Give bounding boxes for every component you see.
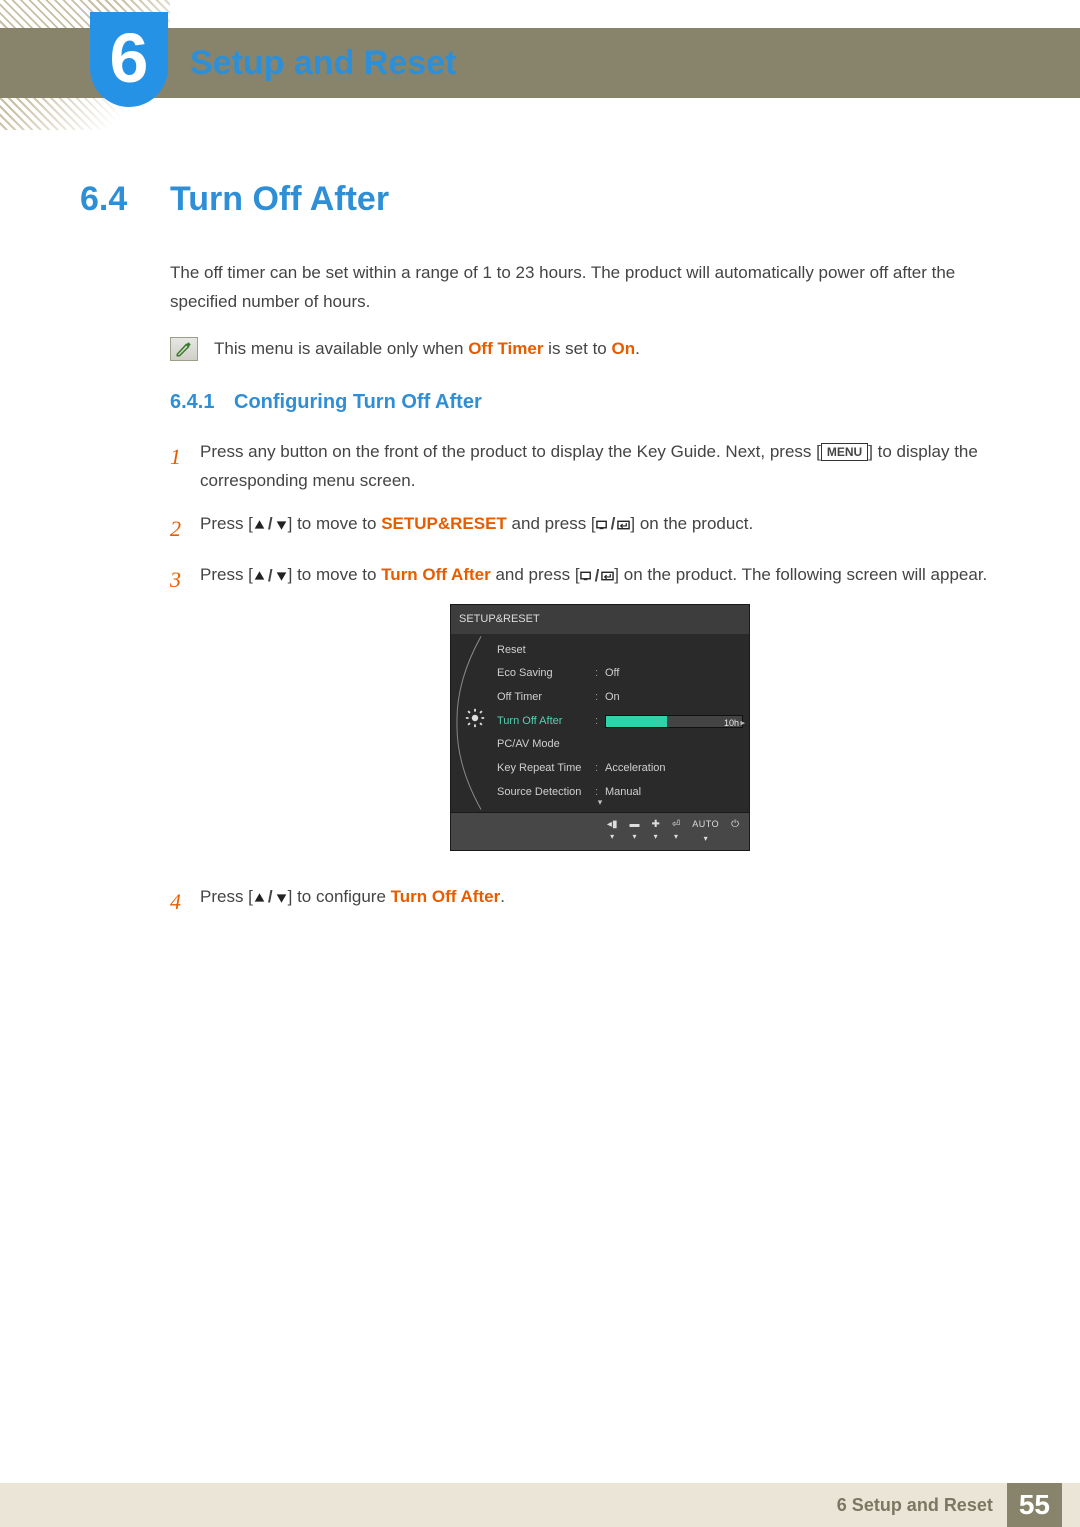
- note-text-prefix: This menu is available only when: [214, 339, 468, 358]
- gear-icon: [464, 707, 486, 736]
- osd-title: SETUP&RESET: [451, 605, 749, 634]
- note-bold-2: On: [611, 339, 635, 358]
- osd-value: Manual: [605, 783, 743, 802]
- page-content: 6.4 Turn Off After The off timer can be …: [80, 180, 1000, 934]
- step-2-c: and press [: [507, 514, 596, 533]
- step-3: 3 Press [/] to move to Turn Off After an…: [170, 561, 1000, 869]
- osd-label: Source Detection: [493, 783, 595, 802]
- osd-left-column: [457, 638, 493, 804]
- subsection-title: Configuring Turn Off After: [234, 391, 482, 414]
- osd-row-pcav: PC/AV Mode: [493, 733, 743, 757]
- osd-footer-power-icon: ⏻: [731, 820, 739, 844]
- osd-colon: :: [595, 759, 605, 778]
- osd-arrow-right-icon: ▸: [740, 715, 745, 730]
- osd-value: On: [605, 688, 743, 707]
- osd-label: PC/AV Mode: [493, 735, 595, 754]
- step-text: Press [/] to move to Turn Off After and …: [200, 561, 1000, 869]
- note-bold-1: Off Timer: [468, 339, 543, 358]
- osd-row-reset: Reset: [493, 638, 743, 662]
- note-icon: [170, 337, 198, 361]
- osd-slider: 10h: [605, 715, 743, 728]
- page-number: 55: [1007, 1483, 1062, 1527]
- osd-row-turnoffafter: Turn Off After: 10h: [493, 709, 743, 733]
- osd-label: Turn Off After: [493, 712, 595, 731]
- step-number: 1: [170, 438, 200, 496]
- step-number: 4: [170, 883, 200, 920]
- note-text: This menu is available only when Off Tim…: [214, 339, 640, 359]
- osd-label: Key Repeat Time: [493, 759, 595, 778]
- osd-label: Eco Saving: [493, 664, 595, 683]
- osd-slider-bar: 10h: [605, 715, 743, 728]
- step-1: 1 Press any button on the front of the p…: [170, 438, 1000, 496]
- step-2: 2 Press [/] to move to SETUP&RESET and p…: [170, 510, 1000, 547]
- section-intro: The off timer can be set within a range …: [170, 259, 1000, 317]
- osd-footer-back-icon: ◂▮▾: [607, 820, 618, 844]
- subsection-header: 6.4.1 Configuring Turn Off After: [170, 391, 1000, 414]
- step-1-a: Press any button on the front of the pro…: [200, 442, 821, 461]
- step-list: 1 Press any button on the front of the p…: [170, 438, 1000, 920]
- note-row: This menu is available only when Off Tim…: [170, 337, 1000, 361]
- osd-colon: :: [595, 712, 605, 731]
- osd-footer-minus-icon: ▬▾: [629, 820, 639, 844]
- source-enter-icon: /: [580, 562, 615, 591]
- osd-slider-value: 10h: [724, 716, 739, 731]
- step-4-target: Turn Off After: [391, 887, 501, 906]
- chapter-title: Setup and Reset: [190, 44, 456, 83]
- osd-body: Reset Eco Saving:Off Off Timer:On Turn O…: [451, 634, 749, 812]
- step-text: Press [/] to configure Turn Off After.: [200, 883, 1000, 920]
- note-text-suffix: .: [635, 339, 640, 358]
- osd-footer-auto: AUTO▾: [692, 817, 719, 846]
- osd-row-sourcedetect: Source Detection:Manual: [493, 780, 743, 804]
- step-text: Press [/] to move to SETUP&RESET and pre…: [200, 510, 1000, 547]
- step-2-b: ] to move to: [288, 514, 382, 533]
- osd-colon: :: [595, 688, 605, 707]
- up-down-icon: /: [253, 562, 288, 591]
- step-3-b: ] to move to: [288, 565, 382, 584]
- source-enter-icon: /: [596, 510, 631, 539]
- chapter-badge: 6: [90, 12, 168, 107]
- step-2-d: ] on the product.: [630, 514, 753, 533]
- step-3-a: Press [: [200, 565, 253, 584]
- step-4-b: ] to configure: [288, 887, 391, 906]
- osd-row-keyrepeat: Key Repeat Time:Acceleration: [493, 757, 743, 781]
- note-text-mid: is set to: [543, 339, 611, 358]
- up-down-icon: /: [253, 510, 288, 539]
- osd-footer-enter-icon: ⏎▾: [672, 820, 680, 844]
- osd-value: Acceleration: [605, 759, 743, 778]
- step-number: 3: [170, 561, 200, 869]
- osd-screenshot: SETUP&RESET Reset: [200, 604, 1000, 850]
- step-4: 4 Press [/] to configure Turn Off After.: [170, 883, 1000, 920]
- step-2-target: SETUP&RESET: [381, 514, 507, 533]
- osd-footer: ◂▮▾ ▬▾ ✚▾ ⏎▾ AUTO▾ ⏻: [451, 812, 749, 850]
- osd-value: Off: [605, 664, 743, 683]
- page-footer: 6 Setup and Reset 55: [0, 1483, 1080, 1527]
- step-3-d: ] on the product. The following screen w…: [614, 565, 987, 584]
- osd-row-eco: Eco Saving:Off: [493, 662, 743, 686]
- section-title: Turn Off After: [170, 180, 389, 219]
- step-4-c: .: [500, 887, 505, 906]
- step-2-a: Press [: [200, 514, 253, 533]
- menu-button-label: MENU: [821, 443, 868, 461]
- subsection-number: 6.4.1: [170, 391, 234, 414]
- osd-row-offtimer: Off Timer:On: [493, 685, 743, 709]
- footer-chapter-text: 6 Setup and Reset: [837, 1495, 993, 1516]
- step-3-target: Turn Off After: [381, 565, 491, 584]
- osd-label: Reset: [493, 641, 595, 660]
- osd-colon: :: [595, 664, 605, 683]
- chapter-number: 6: [110, 23, 149, 93]
- section-header: 6.4 Turn Off After: [80, 180, 1000, 219]
- up-down-icon: /: [253, 883, 288, 912]
- step-4-a: Press [: [200, 887, 253, 906]
- osd-scroll-down-icon: ▾: [598, 795, 603, 810]
- step-3-c: and press [: [491, 565, 580, 584]
- osd-panel: SETUP&RESET Reset: [450, 604, 750, 850]
- section-number: 6.4: [80, 180, 170, 219]
- step-text: Press any button on the front of the pro…: [200, 438, 1000, 496]
- osd-label: Off Timer: [493, 688, 595, 707]
- step-number: 2: [170, 510, 200, 547]
- osd-footer-plus-icon: ✚▾: [651, 820, 659, 844]
- osd-rows: Reset Eco Saving:Off Off Timer:On Turn O…: [493, 638, 743, 804]
